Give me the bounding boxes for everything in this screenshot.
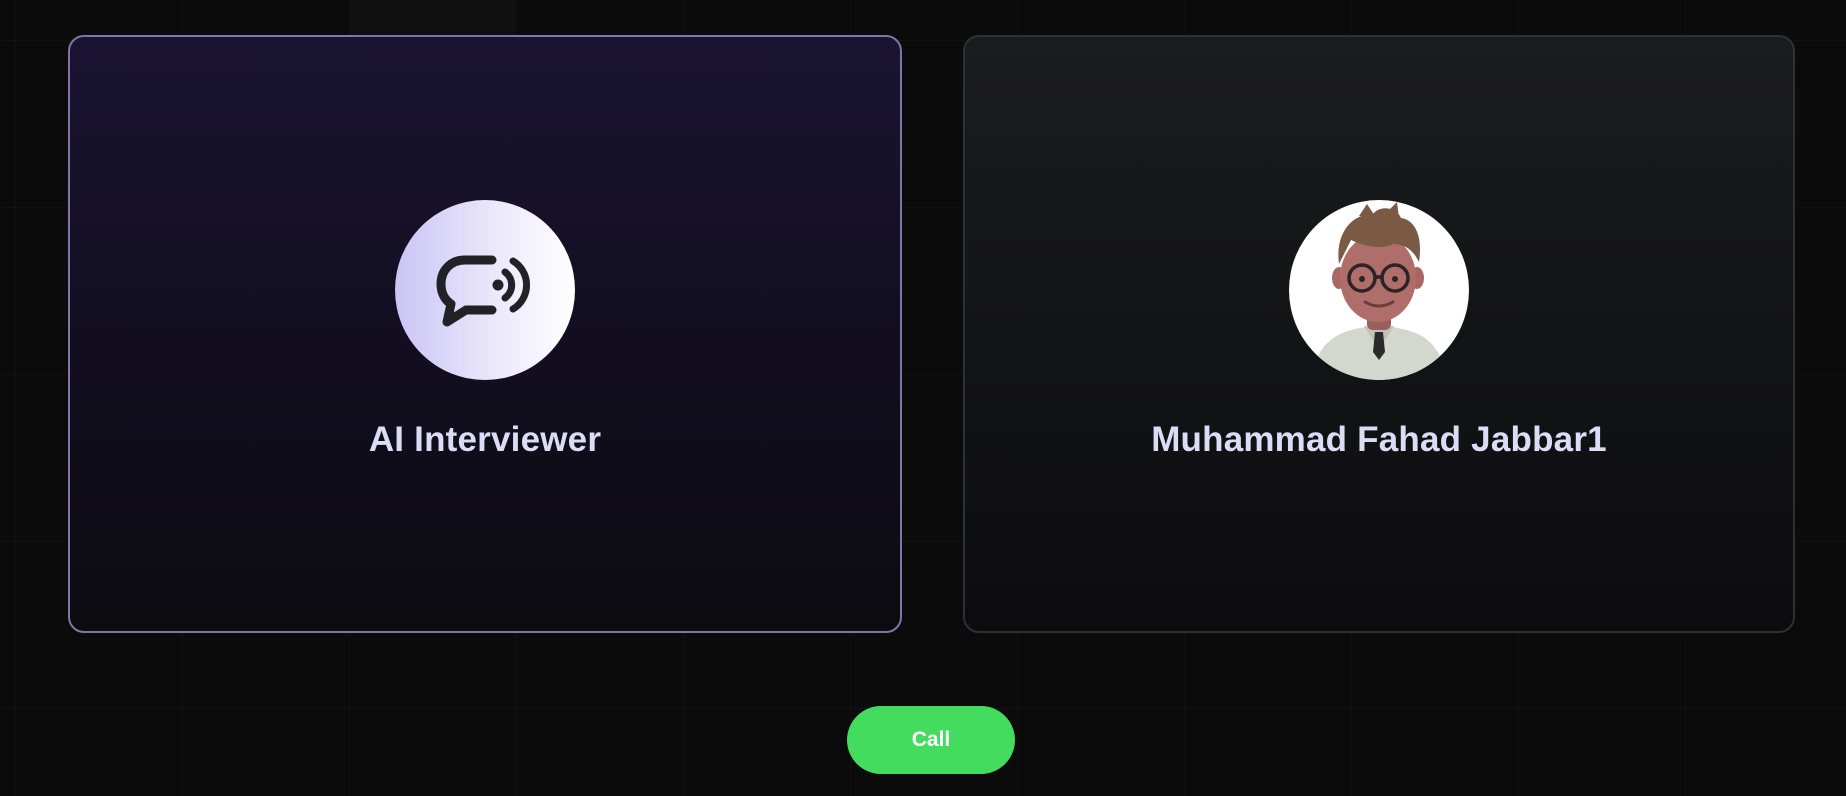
ai-interviewer-avatar [395,200,575,380]
candidate-avatar [1289,200,1469,380]
interview-stage: AI Interviewer Muhammad Fahad Jabbar1 Ca… [0,0,1846,796]
candidate-name: Muhammad Fahad Jabbar1 [1151,420,1607,459]
background-grid-cell [350,0,515,38]
candidate-card: Muhammad Fahad Jabbar1 [963,35,1795,633]
ai-interviewer-card: AI Interviewer [68,35,902,633]
chat-voice-icon [436,255,531,327]
call-button[interactable]: Call [847,706,1015,774]
ai-interviewer-name: AI Interviewer [368,420,602,459]
user-avatar-icon [1311,202,1447,380]
